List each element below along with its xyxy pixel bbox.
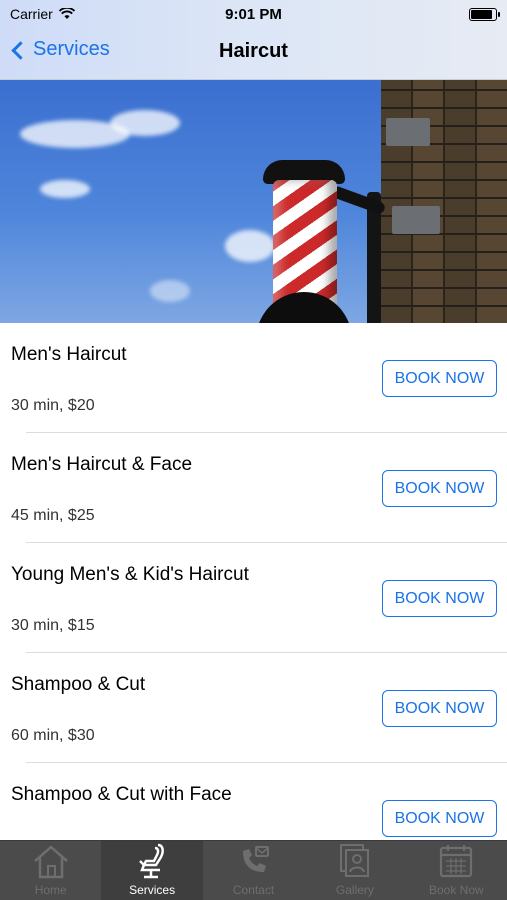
- tab-gallery[interactable]: Gallery: [304, 841, 405, 900]
- list-item: Shampoo & Cut with Face BOOK NOW: [0, 763, 507, 840]
- book-now-button[interactable]: BOOK NOW: [382, 360, 497, 397]
- service-name: Shampoo & Cut with Face: [11, 784, 232, 805]
- carrier-label: Carrier: [10, 6, 53, 22]
- book-now-button[interactable]: BOOK NOW: [382, 580, 497, 617]
- nav-bar: Services Haircut: [0, 28, 507, 80]
- phone-contact-icon: [242, 846, 269, 872]
- tab-label: Services: [129, 883, 176, 897]
- tab-label: Gallery: [335, 883, 374, 897]
- cloud: [110, 110, 180, 136]
- cloud: [40, 180, 90, 198]
- cloud: [225, 230, 275, 262]
- service-duration-price: 45 min, $25: [11, 507, 95, 524]
- services-list: Men's Haircut 30 min, $20 BOOK NOW Men's…: [0, 323, 507, 840]
- pole-stripes: [273, 180, 337, 308]
- pole-base: [256, 292, 352, 323]
- tab-label: Contact: [232, 883, 275, 897]
- book-now-button[interactable]: BOOK NOW: [382, 690, 497, 727]
- status-left: Carrier: [10, 6, 75, 22]
- tab-label: Book Now: [428, 883, 484, 897]
- status-time: 9:01 PM: [225, 5, 282, 23]
- book-now-button[interactable]: BOOK NOW: [382, 470, 497, 507]
- tab-services[interactable]: Services: [101, 841, 203, 900]
- service-duration-price: 30 min, $20: [11, 397, 95, 414]
- wifi-icon: [58, 8, 75, 19]
- navigation-header: Carrier 9:01 PM Services Haircut: [0, 0, 507, 80]
- battery-icon: [469, 7, 500, 21]
- home-icon: [33, 845, 68, 879]
- calendar-icon: [440, 845, 473, 878]
- service-name: Men's Haircut & Face: [11, 454, 193, 475]
- pole-mount-arm: [329, 184, 387, 216]
- list-item: Men's Haircut 30 min, $20 BOOK NOW: [0, 323, 507, 433]
- brick-wall: [381, 80, 507, 323]
- hero-image-barber-pole: [0, 80, 507, 323]
- list-item: Men's Haircut & Face 45 min, $25 BOOK NO…: [0, 433, 507, 543]
- service-name: Shampoo & Cut: [11, 674, 146, 695]
- barber-chair-icon: [139, 843, 165, 879]
- list-item: Shampoo & Cut 60 min, $30 BOOK NOW: [0, 653, 507, 763]
- status-bar: Carrier 9:01 PM: [0, 0, 507, 28]
- back-button-label: Services: [33, 38, 110, 60]
- wall-bracket: [392, 206, 440, 234]
- service-duration-price: 60 min, $30: [11, 727, 95, 744]
- service-duration-price: 30 min, $15: [11, 617, 95, 634]
- battery-level: [471, 9, 492, 19]
- back-button[interactable]: Services: [11, 38, 110, 61]
- service-name: Men's Haircut: [11, 344, 127, 365]
- service-name: Young Men's & Kid's Haircut: [11, 564, 249, 585]
- tab-contact[interactable]: Contact: [203, 841, 304, 900]
- book-now-button[interactable]: BOOK NOW: [382, 800, 497, 837]
- tab-bar: Home Services Contact Gallery Book Now: [0, 840, 507, 900]
- wall-bracket: [386, 118, 430, 146]
- tab-book-now[interactable]: Book Now: [406, 841, 507, 900]
- gallery-icon: [339, 844, 369, 877]
- tab-home[interactable]: Home: [0, 841, 101, 900]
- cloud: [150, 280, 190, 302]
- chevron-left-icon: [11, 40, 30, 60]
- tab-label: Home: [34, 883, 67, 897]
- list-item: Young Men's & Kid's Haircut 30 min, $15 …: [0, 543, 507, 653]
